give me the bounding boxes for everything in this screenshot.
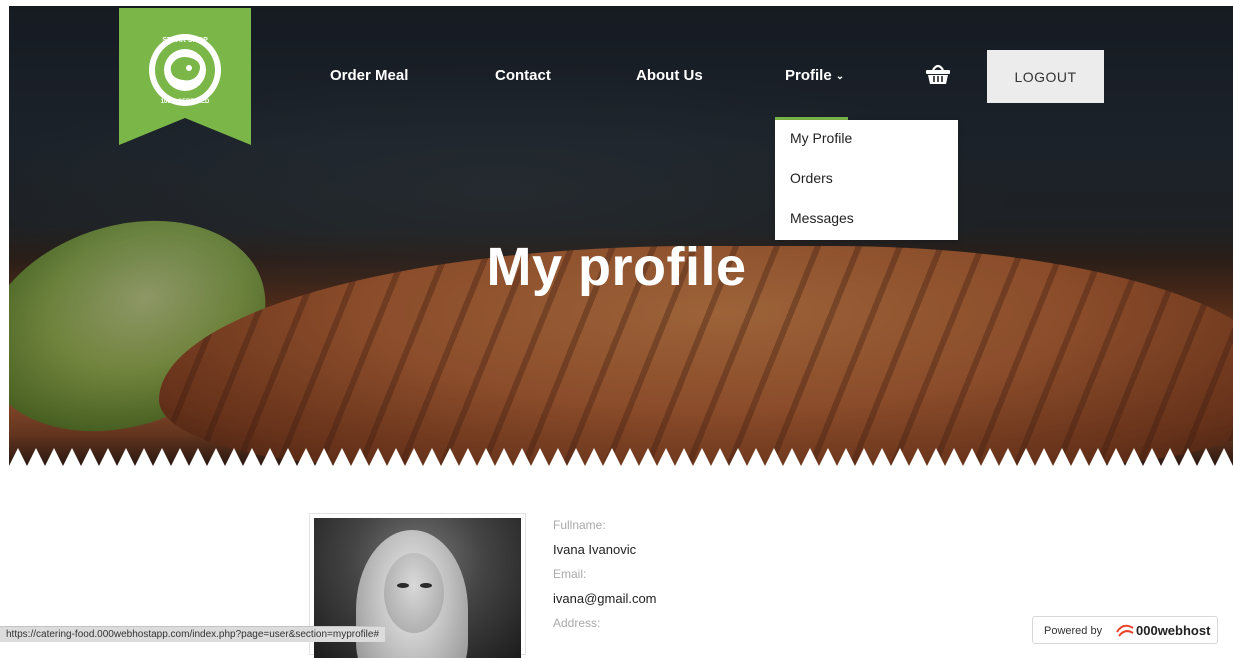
chevron-down-icon: ⌄ <box>835 71 845 82</box>
photo-eye-right <box>420 583 432 588</box>
photo-eye-left <box>397 583 409 588</box>
dropdown-item-my-profile[interactable]: My Profile <box>790 130 852 146</box>
page-title: My profile <box>486 237 747 297</box>
nav-profile-label: Profile <box>785 67 832 84</box>
address-label: Address: <box>553 616 601 630</box>
photo-face <box>384 553 444 633</box>
dropdown-item-messages[interactable]: Messages <box>790 210 854 226</box>
fullname-value: Ivana Ivanovic <box>553 542 637 557</box>
nav-order-meal[interactable]: Order Meal <box>330 67 408 84</box>
steak-icon <box>170 57 200 81</box>
profile-dropdown-menu: My Profile Orders Messages <box>775 120 958 240</box>
000webhost-logo-icon <box>1116 624 1134 637</box>
powered-by-badge[interactable]: Powered by 000webhost <box>1032 616 1218 644</box>
steak-shop-logo[interactable]: STEAK SHOP 100% CERTIFIED <box>119 8 251 145</box>
email-value: ivana@gmail.com <box>553 591 657 606</box>
browser-status-bar: https://catering-food.000webhostapp.com/… <box>0 626 387 642</box>
powered-by-text: Powered by <box>1044 625 1103 637</box>
nav-profile[interactable]: Profile ⌄ <box>785 67 844 84</box>
email-label: Email: <box>553 567 587 581</box>
nav-contact[interactable]: Contact <box>495 67 551 84</box>
logo-bottom-text: 100% CERTIFIED <box>161 99 210 105</box>
zigzag-divider <box>9 448 1233 466</box>
powered-by-brand: 000webhost <box>1136 623 1211 638</box>
nav-about-us[interactable]: About Us <box>636 67 703 84</box>
fullname-label: Fullname: <box>553 518 606 532</box>
logo-top-text: STEAK SHOP <box>162 37 208 44</box>
logout-button[interactable]: LOGOUT <box>987 50 1104 103</box>
dropdown-item-orders[interactable]: Orders <box>790 170 833 186</box>
basket-icon[interactable] <box>924 60 952 88</box>
